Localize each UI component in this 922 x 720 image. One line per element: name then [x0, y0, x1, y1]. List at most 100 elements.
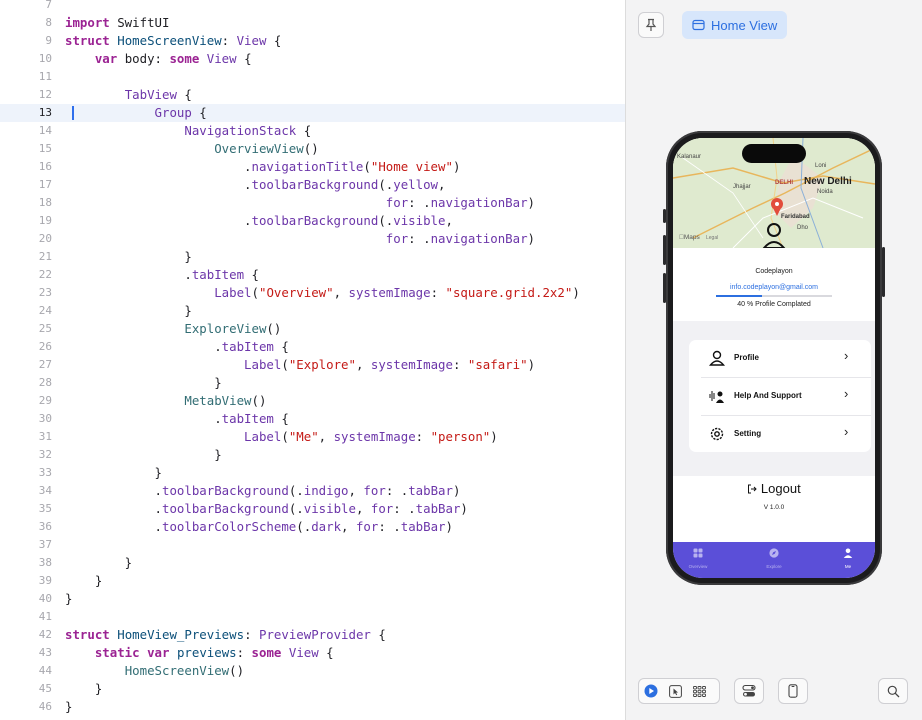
- code-token: View: [236, 33, 267, 48]
- legal-link[interactable]: Legal: [706, 235, 718, 241]
- code-text: struct HomeView_Previews: PreviewProvide…: [65, 626, 386, 644]
- code-token: .: [65, 213, 252, 228]
- code-line[interactable]: 12 TabView {: [0, 86, 626, 104]
- variants-grid-icon: [692, 685, 706, 697]
- menu-section: Profile › Help And Support › Setting ›: [673, 321, 875, 476]
- safari-compass-icon: [769, 548, 779, 558]
- code-token: }: [65, 375, 222, 390]
- code-token: {: [191, 105, 207, 120]
- logout-label: Logout: [760, 481, 801, 496]
- code-token: (: [251, 285, 259, 300]
- code-text: static var previews: some View {: [65, 644, 334, 662]
- preview-selector-chip[interactable]: Home View: [682, 11, 788, 39]
- code-token: .: [65, 339, 222, 354]
- variants-button[interactable]: [687, 679, 711, 703]
- code-token: }: [65, 591, 73, 606]
- profile-email[interactable]: info.codeplayon@gmail.com: [673, 284, 875, 291]
- code-line[interactable]: 44 HomeScreenView(): [0, 662, 626, 680]
- code-text: .toolbarBackground(.visible, for: .tabBa…: [65, 500, 468, 518]
- code-line[interactable]: 32 }: [0, 446, 626, 464]
- code-line[interactable]: 31 Label("Me", systemImage: "person"): [0, 428, 626, 446]
- code-token: "square.grid.2x2": [445, 285, 573, 300]
- code-line[interactable]: 42 struct HomeView_Previews: PreviewProvi…: [0, 626, 626, 644]
- code-line[interactable]: 26 .tabItem {: [0, 338, 626, 356]
- code-line[interactable]: 8 import SwiftUI: [0, 14, 626, 32]
- code-line[interactable]: 15 OverviewView(): [0, 140, 626, 158]
- code-text: .tabItem {: [65, 266, 259, 284]
- code-line[interactable]: 43 static var previews: some View {: [0, 644, 626, 662]
- line-number: 20: [38, 232, 52, 245]
- code-token: MetabView: [184, 393, 252, 408]
- code-token: Label: [214, 285, 252, 300]
- menu-card: Profile › Help And Support › Setting ›: [689, 340, 871, 452]
- maps-label: Maps: [679, 234, 700, 241]
- code-line[interactable]: 16 .navigationTitle("Home view"): [0, 158, 626, 176]
- code-token: }: [65, 447, 222, 462]
- code-line[interactable]: 23 Label("Overview", systemImage: "squar…: [0, 284, 626, 302]
- menu-row-setting[interactable]: Setting ›: [689, 416, 871, 453]
- code-line[interactable]: 34 .toolbarBackground(.indigo, for: .tab…: [0, 482, 626, 500]
- code-line[interactable]: 46}: [0, 698, 626, 716]
- code-line[interactable]: 33 }: [0, 464, 626, 482]
- map-label: Kalanaur: [677, 154, 702, 160]
- code-line[interactable]: 39 }: [0, 572, 626, 590]
- code-editor[interactable]: 7 8 import SwiftUI 9 struct HomeScreenView: …: [0, 0, 626, 720]
- code-token: {: [273, 339, 289, 354]
- code-line[interactable]: 14 NavigationStack {: [0, 122, 626, 140]
- code-line[interactable]: 24 }: [0, 302, 626, 320]
- pin-preview-button[interactable]: [638, 12, 664, 38]
- menu-row-profile[interactable]: Profile ›: [689, 340, 871, 377]
- logout-button[interactable]: Logout: [673, 481, 875, 496]
- zoom-button[interactable]: [878, 678, 908, 704]
- code-line[interactable]: 35 .toolbarBackground(.visible, for: .ta…: [0, 500, 626, 518]
- code-line[interactable]: 7: [0, 0, 626, 14]
- menu-row-label: Help And Support: [734, 391, 802, 400]
- tab-overview[interactable]: Overview: [673, 545, 723, 569]
- code-line[interactable]: 38 }: [0, 554, 626, 572]
- code-line[interactable]: 36 .toolbarColorScheme(.dark, for: .tabB…: [0, 518, 626, 536]
- code-line[interactable]: 25 ExploreView(): [0, 320, 626, 338]
- code-text: var body: some View {: [65, 50, 252, 68]
- code-line[interactable]: 17 .toolbarBackground(.yellow,: [0, 176, 626, 194]
- code-token: .: [65, 267, 192, 282]
- code-line[interactable]: 30 .tabItem {: [0, 410, 626, 428]
- tab-me[interactable]: Me: [823, 545, 873, 569]
- live-preview-button[interactable]: [639, 679, 663, 703]
- code-line[interactable]: 22 .tabItem {: [0, 266, 626, 284]
- code-line[interactable]: 11: [0, 68, 626, 86]
- code-line[interactable]: 45 }: [0, 680, 626, 698]
- profile-progress-bar: [716, 295, 832, 297]
- line-number: 42: [38, 628, 52, 641]
- line-number: 36: [38, 520, 52, 533]
- code-line[interactable]: 40}: [0, 590, 626, 608]
- selectable-cursor-icon: [668, 684, 682, 698]
- menu-row-help[interactable]: Help And Support ›: [689, 378, 871, 415]
- device-frame-button[interactable]: [778, 678, 808, 704]
- code-line[interactable]: 21 }: [0, 248, 626, 266]
- line-number: 27: [38, 358, 52, 371]
- code-token: systemImage: [333, 429, 416, 444]
- code-token: SwiftUI: [109, 15, 170, 30]
- code-line[interactable]: 18 for: .navigationBar): [0, 194, 626, 212]
- selectable-mode-button[interactable]: [663, 679, 687, 703]
- code-line[interactable]: 20 for: .navigationBar): [0, 230, 626, 248]
- code-line[interactable]: 47: [0, 716, 626, 720]
- chevron-right-icon: ›: [844, 386, 849, 401]
- square-grid-icon: [693, 548, 703, 558]
- device-settings-button[interactable]: [734, 678, 764, 704]
- code-line[interactable]: 37: [0, 536, 626, 554]
- tab-explore[interactable]: Explore: [749, 545, 799, 569]
- code-line[interactable]: 19 .toolbarBackground(.visible,: [0, 212, 626, 230]
- code-line[interactable]: 27 Label("Explore", systemImage: "safari…: [0, 356, 626, 374]
- code-line[interactable]: 29 MetabView(): [0, 392, 626, 410]
- code-text: }: [65, 572, 102, 590]
- code-line[interactable]: 13 Group {: [0, 104, 626, 122]
- code-token: ,: [348, 483, 364, 498]
- code-line[interactable]: 41: [0, 608, 626, 626]
- code-token: dark: [311, 519, 342, 534]
- code-token: ,: [445, 213, 453, 228]
- code-line[interactable]: 9 struct HomeScreenView: View {: [0, 32, 626, 50]
- code-line[interactable]: 28 }: [0, 374, 626, 392]
- code-line[interactable]: 10 var body: some View {: [0, 50, 626, 68]
